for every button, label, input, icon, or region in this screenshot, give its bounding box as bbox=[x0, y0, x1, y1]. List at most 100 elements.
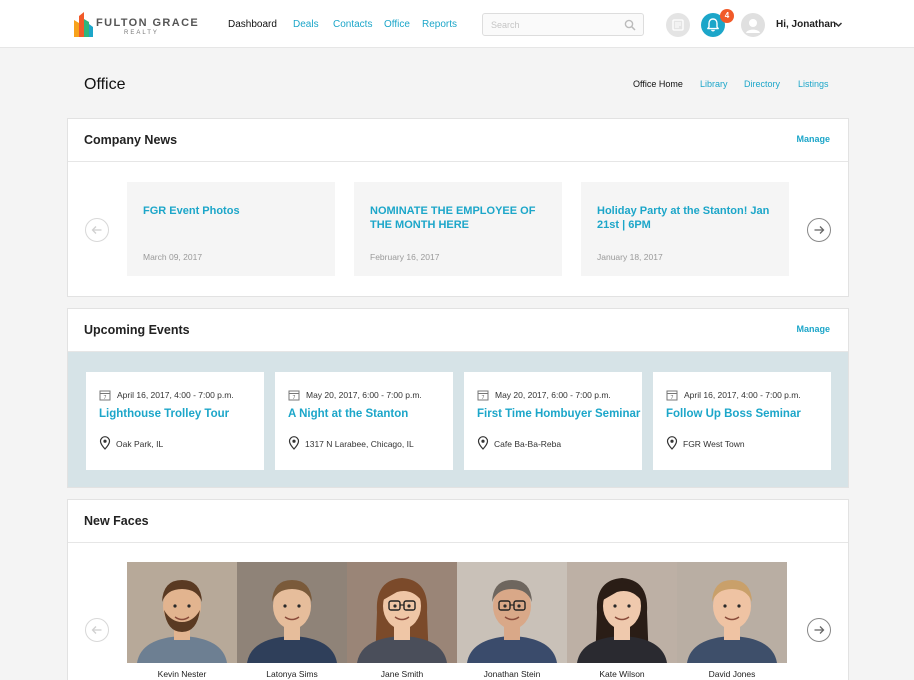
faces-prev-button[interactable] bbox=[85, 618, 109, 642]
nav-dashboard[interactable]: Dashboard bbox=[228, 19, 277, 30]
manage-events-link[interactable]: Manage bbox=[796, 324, 830, 334]
person-photo[interactable] bbox=[347, 562, 457, 663]
person-card[interactable]: Jane Smith bbox=[347, 562, 457, 680]
user-greeting[interactable]: Hi, Jonathan bbox=[776, 19, 836, 30]
logo[interactable]: FULTON GRACE REALTY bbox=[72, 10, 198, 40]
portrait-image bbox=[127, 562, 237, 663]
event-location: Cafe Ba-Ba-Reba bbox=[494, 439, 562, 449]
person-card[interactable]: Latonya Sims bbox=[237, 562, 347, 680]
panel-title: Upcoming Events bbox=[84, 323, 190, 337]
calendar-icon: 7 bbox=[288, 390, 300, 401]
event-card[interactable]: 7 April 16, 2017, 4:00 - 7:00 p.m. Light… bbox=[86, 372, 264, 470]
person-name[interactable]: Kevin Nester bbox=[127, 669, 237, 679]
person-photo[interactable] bbox=[677, 562, 787, 663]
arrow-left-icon bbox=[91, 626, 102, 634]
events-list: 7 April 16, 2017, 4:00 - 7:00 p.m. Light… bbox=[68, 352, 848, 487]
chevron-down-icon[interactable] bbox=[834, 20, 843, 29]
news-card[interactable]: NOMINATE THE EMPLOYEE OF THE MONTH HERE … bbox=[354, 182, 562, 276]
event-card[interactable]: 7 May 20, 2017, 6:00 - 7:00 p.m. First T… bbox=[464, 372, 642, 470]
person-name[interactable]: Latonya Sims bbox=[237, 669, 347, 679]
person-name[interactable]: Kate Wilson bbox=[567, 669, 677, 679]
search-input[interactable] bbox=[491, 18, 621, 32]
nav-contacts[interactable]: Contacts bbox=[333, 19, 372, 30]
location-pin-icon bbox=[477, 436, 489, 450]
news-title[interactable]: NOMINATE THE EMPLOYEE OF THE MONTH HERE bbox=[370, 204, 550, 232]
company-news-panel: Company News Manage FGR Event Photos Mar… bbox=[67, 118, 849, 297]
news-card[interactable]: Holiday Party at the Stanton! Jan 21st |… bbox=[581, 182, 789, 276]
nav-reports[interactable]: Reports bbox=[422, 19, 457, 30]
event-location: Oak Park, IL bbox=[116, 439, 164, 449]
panel-header: New Faces bbox=[68, 500, 848, 543]
svg-text:7: 7 bbox=[292, 395, 295, 401]
calendar-icon: 7 bbox=[99, 390, 111, 401]
portrait-image bbox=[457, 562, 567, 663]
svg-text:7: 7 bbox=[670, 395, 673, 401]
portrait-image bbox=[347, 562, 457, 663]
person-name[interactable]: Jonathan Stein bbox=[457, 669, 567, 679]
calendar-icon: 7 bbox=[666, 390, 678, 401]
event-title[interactable]: First Time Hombuyer Seminar bbox=[477, 408, 640, 420]
arrow-right-icon bbox=[814, 626, 825, 634]
subnav-office-home[interactable]: Office Home bbox=[633, 79, 683, 89]
nav-office[interactable]: Office bbox=[384, 19, 410, 30]
svg-text:7: 7 bbox=[481, 395, 484, 401]
newspaper-icon bbox=[672, 19, 684, 31]
event-location: FGR West Town bbox=[683, 439, 745, 449]
notification-badge: 4 bbox=[720, 9, 734, 23]
portrait-image bbox=[237, 562, 347, 663]
event-date: April 16, 2017, 4:00 - 7:00 p.m. bbox=[684, 390, 801, 400]
person-card[interactable]: Kevin Nester bbox=[127, 562, 237, 680]
event-title[interactable]: Follow Up Boss Seminar bbox=[666, 408, 801, 420]
event-date: May 20, 2017, 6:00 - 7:00 p.m. bbox=[306, 390, 422, 400]
event-date: May 20, 2017, 6:00 - 7:00 p.m. bbox=[495, 390, 611, 400]
person-card[interactable]: David Jones bbox=[677, 562, 787, 680]
person-photo[interactable] bbox=[127, 562, 237, 663]
event-title[interactable]: A Night at the Stanton bbox=[288, 408, 408, 420]
calendar-icon: 7 bbox=[477, 390, 489, 401]
faces-next-button[interactable] bbox=[807, 618, 831, 642]
new-faces-panel: New Faces Kevin Nester Latonya Sims Jane… bbox=[67, 499, 849, 680]
person-card[interactable]: Kate Wilson bbox=[567, 562, 677, 680]
logo-mark-icon bbox=[74, 12, 93, 37]
portrait-image bbox=[567, 562, 677, 663]
manage-news-link[interactable]: Manage bbox=[796, 134, 830, 144]
subnav-directory[interactable]: Directory bbox=[744, 79, 780, 89]
news-prev-button[interactable] bbox=[85, 218, 109, 242]
user-icon bbox=[746, 19, 760, 33]
person-photo[interactable] bbox=[237, 562, 347, 663]
brand-name: FULTON GRACE bbox=[96, 17, 200, 29]
person-card[interactable]: Jonathan Stein bbox=[457, 562, 567, 680]
event-card[interactable]: 7 April 16, 2017, 4:00 - 7:00 p.m. Follo… bbox=[653, 372, 831, 470]
search-box bbox=[482, 13, 644, 36]
svg-text:7: 7 bbox=[103, 395, 106, 401]
page-title: Office bbox=[84, 76, 126, 93]
panel-title: Company News bbox=[84, 133, 178, 147]
brand-sub: REALTY bbox=[124, 30, 159, 36]
person-name[interactable]: David Jones bbox=[677, 669, 787, 679]
nav-deals[interactable]: Deals bbox=[293, 19, 319, 30]
avatar[interactable] bbox=[741, 13, 765, 37]
news-date: January 18, 2017 bbox=[597, 252, 663, 262]
panel-title: New Faces bbox=[84, 514, 149, 528]
panel-header: Company News Manage bbox=[68, 119, 848, 162]
arrow-right-icon bbox=[814, 226, 825, 234]
event-card[interactable]: 7 May 20, 2017, 6:00 - 7:00 p.m. A Night… bbox=[275, 372, 453, 470]
newsfeed-button[interactable] bbox=[666, 13, 690, 37]
subnav-listings[interactable]: Listings bbox=[798, 79, 829, 89]
panel-header: Upcoming Events Manage bbox=[68, 309, 848, 352]
person-name[interactable]: Jane Smith bbox=[347, 669, 457, 679]
search-icon[interactable] bbox=[624, 19, 636, 31]
news-title[interactable]: Holiday Party at the Stanton! Jan 21st |… bbox=[597, 204, 777, 232]
location-pin-icon bbox=[99, 436, 111, 450]
location-pin-icon bbox=[288, 436, 300, 450]
subnav-library[interactable]: Library bbox=[700, 79, 728, 89]
person-photo[interactable] bbox=[567, 562, 677, 663]
event-title[interactable]: Lighthouse Trolley Tour bbox=[99, 408, 229, 420]
portrait-image bbox=[677, 562, 787, 663]
top-bar: FULTON GRACE REALTY Dashboard Deals Cont… bbox=[0, 0, 914, 48]
news-next-button[interactable] bbox=[807, 218, 831, 242]
person-photo[interactable] bbox=[457, 562, 567, 663]
news-card[interactable]: FGR Event Photos March 09, 2017 bbox=[127, 182, 335, 276]
location-pin-icon bbox=[666, 436, 678, 450]
news-title[interactable]: FGR Event Photos bbox=[143, 204, 323, 218]
